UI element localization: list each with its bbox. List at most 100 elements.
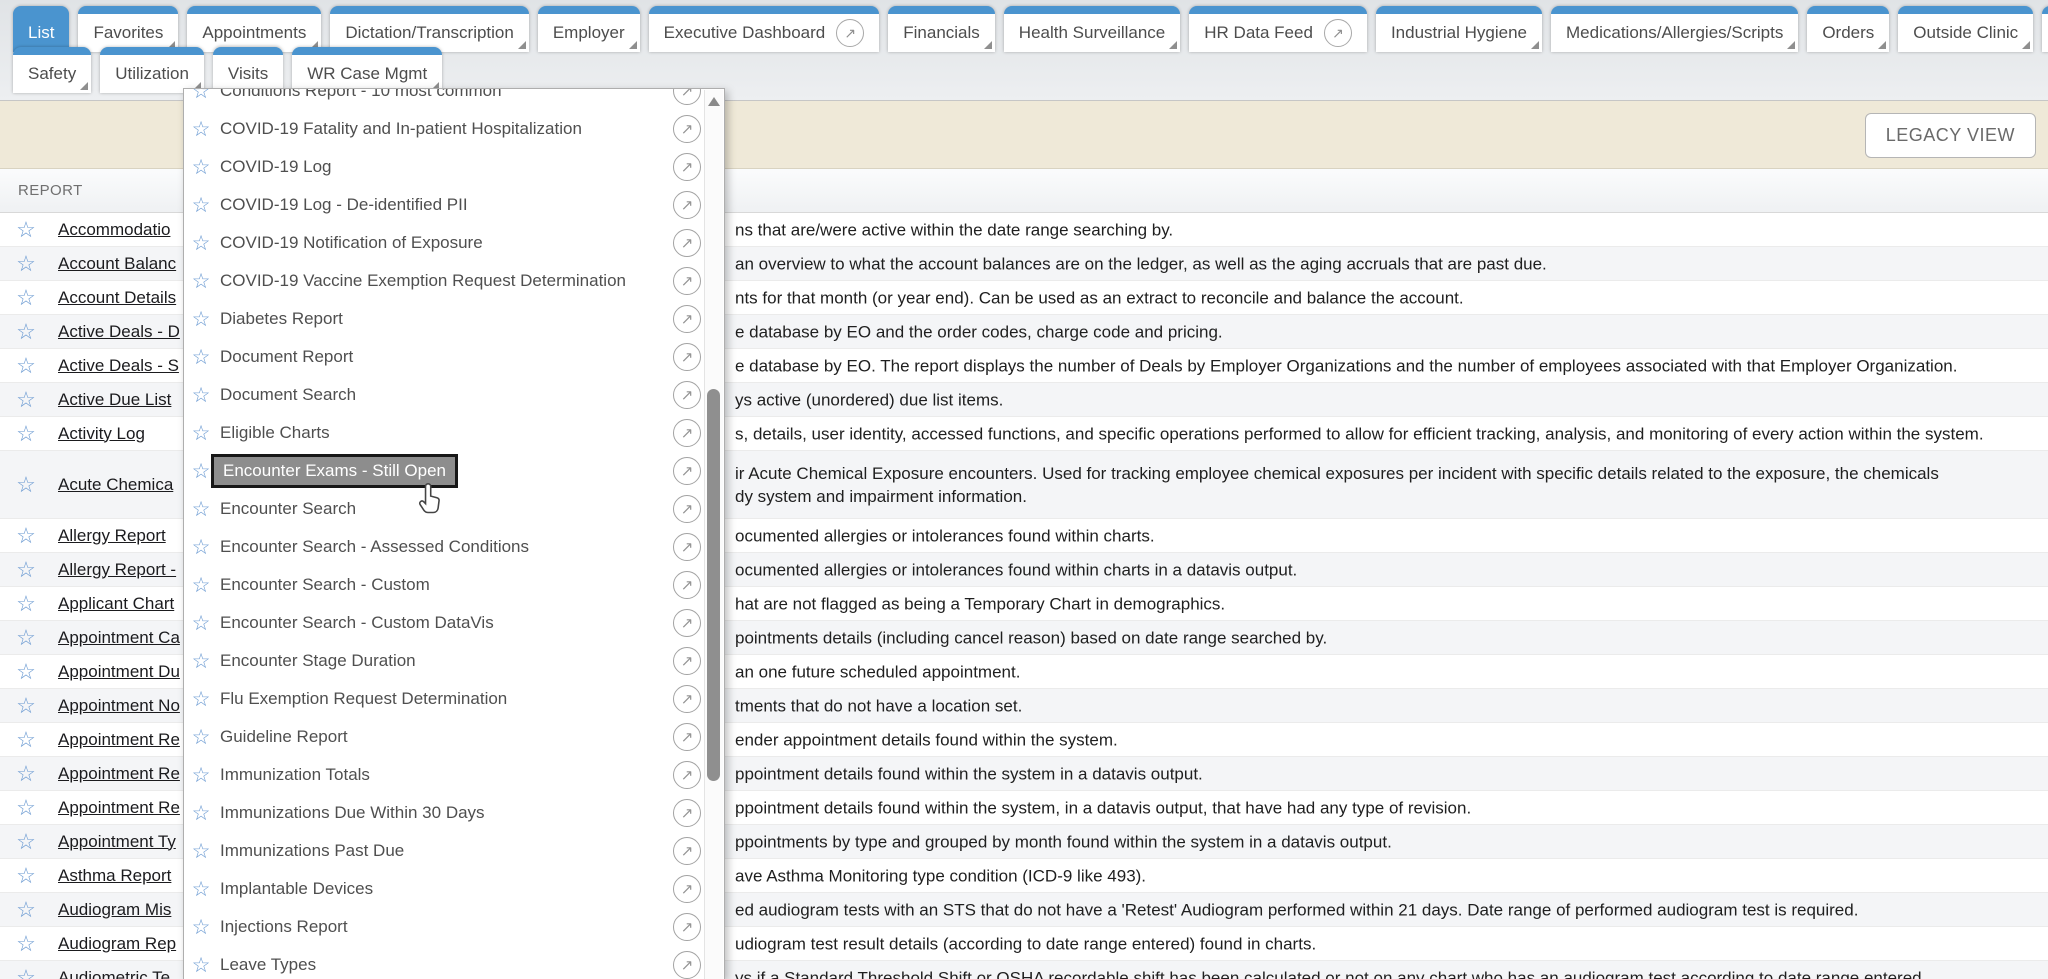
tab-orders[interactable]: Orders <box>1807 6 1889 52</box>
favorite-star-icon[interactable]: ☆ <box>190 117 212 142</box>
favorite-star-icon[interactable]: ☆ <box>6 591 46 617</box>
favorite-star-icon[interactable]: ☆ <box>190 88 212 104</box>
favorite-star-icon[interactable]: ☆ <box>6 693 46 719</box>
favorite-star-icon[interactable]: ☆ <box>6 863 46 889</box>
open-report-icon[interactable]: ↗ <box>673 191 701 219</box>
menu-item-implantable-devices[interactable]: ☆Implantable Devices↗ <box>184 870 705 908</box>
favorite-star-icon[interactable]: ☆ <box>6 421 46 447</box>
menu-item-eligible-charts[interactable]: ☆Eligible Charts↗ <box>184 414 705 452</box>
favorite-star-icon[interactable]: ☆ <box>6 897 46 923</box>
favorite-star-icon[interactable]: ☆ <box>190 953 212 978</box>
tab-financials[interactable]: Financials <box>888 6 995 52</box>
report-link[interactable]: Allergy Report <box>58 526 166 546</box>
favorite-star-icon[interactable]: ☆ <box>190 345 212 370</box>
menu-item-diabetes-report[interactable]: ☆Diabetes Report↗ <box>184 300 705 338</box>
favorite-star-icon[interactable]: ☆ <box>190 421 212 446</box>
open-report-icon[interactable]: ↗ <box>673 153 701 181</box>
tab-health-surveillance[interactable]: Health Surveillance <box>1004 6 1180 52</box>
menu-item-leave-types[interactable]: ☆Leave Types↗ <box>184 946 705 979</box>
favorite-star-icon[interactable]: ☆ <box>190 763 212 788</box>
report-link[interactable]: Appointment Ty <box>58 832 176 852</box>
report-link[interactable]: Appointment Re <box>58 798 180 818</box>
open-report-icon[interactable]: ↗ <box>673 457 701 485</box>
open-report-icon[interactable]: ↗ <box>673 875 701 903</box>
menu-item-encounter-search-custom-datavis[interactable]: ☆Encounter Search - Custom DataVis↗ <box>184 604 705 642</box>
menu-item-immunizations-due-within-30-days[interactable]: ☆Immunizations Due Within 30 Days↗ <box>184 794 705 832</box>
menu-item-document-search[interactable]: ☆Document Search↗ <box>184 376 705 414</box>
tab-employer[interactable]: Employer <box>538 6 640 52</box>
favorite-star-icon[interactable]: ☆ <box>190 383 212 408</box>
favorite-star-icon[interactable]: ☆ <box>190 915 212 940</box>
favorite-star-icon[interactable]: ☆ <box>190 497 212 522</box>
report-link[interactable]: Appointment Du <box>58 662 180 682</box>
open-report-icon[interactable]: ↗ <box>673 267 701 295</box>
report-link[interactable]: Audiogram Mis <box>58 900 171 920</box>
tab-quality-of-care[interactable]: Quality of Care <box>2042 6 2048 52</box>
favorite-star-icon[interactable]: ☆ <box>6 795 46 821</box>
open-report-icon[interactable]: ↗ <box>673 495 701 523</box>
favorite-star-icon[interactable]: ☆ <box>6 931 46 957</box>
open-report-icon[interactable]: ↗ <box>673 609 701 637</box>
dropdown-scrollbar[interactable] <box>704 90 723 979</box>
open-report-icon[interactable]: ↗ <box>673 229 701 257</box>
favorite-star-icon[interactable]: ☆ <box>190 535 212 560</box>
open-report-icon[interactable]: ↗ <box>673 533 701 561</box>
open-report-icon[interactable]: ↗ <box>673 799 701 827</box>
report-link[interactable]: Applicant Chart <box>58 594 174 614</box>
favorite-star-icon[interactable]: ☆ <box>6 251 46 277</box>
legacy-view-button[interactable]: LEGACY VIEW <box>1865 113 2036 158</box>
menu-item-guideline-report[interactable]: ☆Guideline Report↗ <box>184 718 705 756</box>
report-link[interactable]: Audiogram Rep <box>58 934 176 954</box>
tab-appointments[interactable]: Appointments <box>187 6 321 52</box>
tab-utilization[interactable]: Utilization <box>100 47 204 93</box>
open-report-icon[interactable]: ↗ <box>673 647 701 675</box>
favorite-star-icon[interactable]: ☆ <box>6 319 46 345</box>
scroll-up-arrow-icon[interactable] <box>708 97 720 106</box>
favorite-star-icon[interactable]: ☆ <box>190 725 212 750</box>
menu-item-conditions-report-10-most-common[interactable]: ☆Conditions Report - 10 most common↗ <box>184 88 705 110</box>
menu-item-encounter-stage-duration[interactable]: ☆Encounter Stage Duration↗ <box>184 642 705 680</box>
menu-item-immunization-totals[interactable]: ☆Immunization Totals↗ <box>184 756 705 794</box>
tab-outside-clinic[interactable]: Outside Clinic <box>1898 6 2033 52</box>
report-link[interactable]: Appointment No <box>58 696 180 716</box>
favorite-star-icon[interactable]: ☆ <box>6 965 46 979</box>
favorite-star-icon[interactable]: ☆ <box>190 269 212 294</box>
report-link[interactable]: Account Details <box>58 288 176 308</box>
tab-industrial-hygiene[interactable]: Industrial Hygiene <box>1376 6 1542 52</box>
open-report-icon[interactable]: ↗ <box>673 951 701 979</box>
open-report-icon[interactable]: ↗ <box>673 761 701 789</box>
report-link[interactable]: Audiometric Te <box>58 968 170 979</box>
favorite-star-icon[interactable]: ☆ <box>6 829 46 855</box>
menu-item-covid-19-log[interactable]: ☆COVID-19 Log↗ <box>184 148 705 186</box>
menu-item-flu-exemption-request-determination[interactable]: ☆Flu Exemption Request Determination↗ <box>184 680 705 718</box>
report-link[interactable]: Asthma Report <box>58 866 171 886</box>
menu-item-encounter-search-custom[interactable]: ☆Encounter Search - Custom↗ <box>184 566 705 604</box>
tab-safety[interactable]: Safety <box>13 47 91 93</box>
favorite-star-icon[interactable]: ☆ <box>6 625 46 651</box>
tab-wr-case-mgmt[interactable]: WR Case Mgmt <box>292 47 442 93</box>
favorite-star-icon[interactable]: ☆ <box>190 573 212 598</box>
favorite-star-icon[interactable]: ☆ <box>190 459 212 484</box>
menu-item-document-report[interactable]: ☆Document Report↗ <box>184 338 705 376</box>
report-link[interactable]: Accommodatio <box>58 220 170 240</box>
favorite-star-icon[interactable]: ☆ <box>190 611 212 636</box>
open-report-icon[interactable]: ↗ <box>673 88 701 105</box>
open-report-icon[interactable]: ↗ <box>673 685 701 713</box>
tab-visits[interactable]: Visits <box>213 47 283 93</box>
favorite-star-icon[interactable]: ☆ <box>190 649 212 674</box>
favorite-star-icon[interactable]: ☆ <box>190 877 212 902</box>
tab-dictation-transcription[interactable]: Dictation/Transcription <box>330 6 529 52</box>
open-report-icon[interactable]: ↗ <box>673 305 701 333</box>
menu-item-covid-19-notification-of-exposure[interactable]: ☆COVID-19 Notification of Exposure↗ <box>184 224 705 262</box>
tab-list[interactable]: List <box>13 6 69 52</box>
report-link[interactable]: Appointment Ca <box>58 628 180 648</box>
favorite-star-icon[interactable]: ☆ <box>6 217 46 243</box>
tab-hr-data-feed[interactable]: HR Data Feed↗ <box>1189 6 1367 52</box>
menu-item-covid-19-log-de-identified-pii[interactable]: ☆COVID-19 Log - De-identified PII↗ <box>184 186 705 224</box>
open-report-icon[interactable]: ↗ <box>673 381 701 409</box>
favorite-star-icon[interactable]: ☆ <box>6 659 46 685</box>
menu-item-immunizations-past-due[interactable]: ☆Immunizations Past Due↗ <box>184 832 705 870</box>
favorite-star-icon[interactable]: ☆ <box>6 472 46 498</box>
tab-executive-dashboard[interactable]: Executive Dashboard↗ <box>649 6 880 52</box>
menu-item-injections-report[interactable]: ☆Injections Report↗ <box>184 908 705 946</box>
